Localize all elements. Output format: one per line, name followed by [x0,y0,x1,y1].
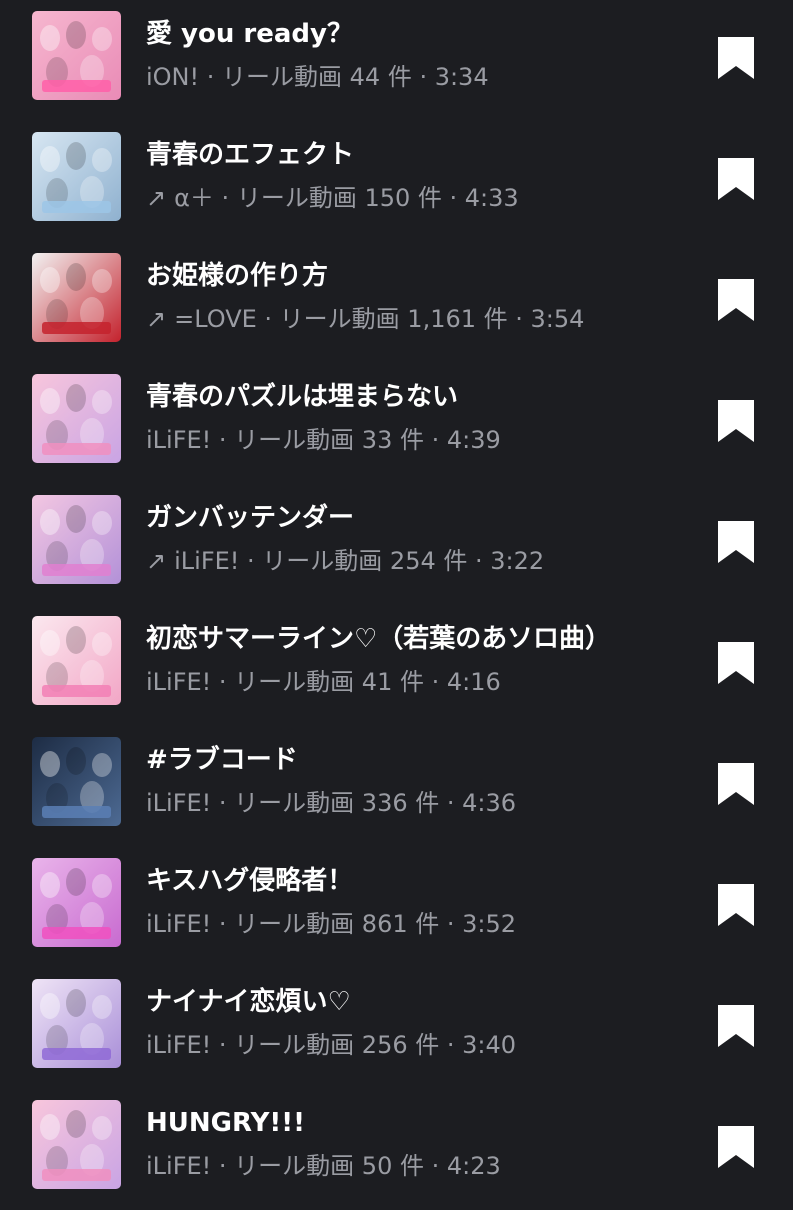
bookmark-icon[interactable] [718,1126,754,1168]
bookmark-icon[interactable] [718,884,754,926]
song-meta: iLiFE! · リール動画 256 件 · 3:40 [146,1027,516,1063]
bookmark-icon[interactable] [718,400,754,442]
song-title[interactable]: HUNGRY!!! [146,1105,305,1141]
trending-arrow-icon: ↗ [146,305,167,333]
song-meta-text: iLiFE! · リール動画 50 件 · 4:23 [146,1152,501,1180]
song-meta-text: =LOVE · リール動画 1,161 件 · 3:54 [174,305,585,333]
song-row[interactable]: ガンバッテンダー ↗ iLiFE! · リール動画 254 件 · 3:22 [0,484,793,605]
album-art[interactable] [32,616,121,705]
song-meta: iLiFE! · リール動画 50 件 · 4:23 [146,1148,501,1184]
song-meta: ↗ =LOVE · リール動画 1,161 件 · 3:54 [146,301,584,337]
song-meta-text: iLiFE! · リール動画 33 件 · 4:39 [146,426,501,454]
bookmark-icon[interactable] [718,1005,754,1047]
song-row[interactable]: #ラブコード iLiFE! · リール動画 336 件 · 4:36 [0,726,793,847]
song-title[interactable]: お姫様の作り方 [146,258,328,294]
album-art[interactable] [32,979,121,1068]
song-row[interactable]: お姫様の作り方 ↗ =LOVE · リール動画 1,161 件 · 3:54 [0,242,793,363]
song-row[interactable]: 青春のエフェクト ↗ α＋ · リール動画 150 件 · 4:33 [0,121,793,242]
song-row[interactable]: 青春のパズルは埋まらない iLiFE! · リール動画 33 件 · 4:39 [0,363,793,484]
song-title[interactable]: 青春のパズルは埋まらない [146,379,458,415]
album-art[interactable] [32,737,121,826]
song-title[interactable]: 青春のエフェクト [146,137,354,173]
song-title[interactable]: キスハグ侵略者！ [146,863,353,899]
song-meta: iON! · リール動画 44 件 · 3:34 [146,59,489,95]
album-art[interactable] [32,858,121,947]
song-meta-text: iON! · リール動画 44 件 · 3:34 [146,63,489,91]
song-meta-text: α＋ · リール動画 150 件 · 4:33 [174,184,519,212]
song-row[interactable]: HUNGRY!!! iLiFE! · リール動画 50 件 · 4:23 [0,1089,793,1210]
album-art[interactable] [32,11,121,100]
trending-arrow-icon: ↗ [146,547,167,575]
song-title[interactable]: ガンバッテンダー [146,500,354,536]
song-meta: iLiFE! · リール動画 336 件 · 4:36 [146,785,516,821]
album-art[interactable] [32,374,121,463]
bookmark-icon[interactable] [718,158,754,200]
song-title[interactable]: ナイナイ恋煩い♡ [146,984,351,1020]
bookmark-icon[interactable] [718,37,754,79]
song-row[interactable]: キスハグ侵略者！ iLiFE! · リール動画 861 件 · 3:52 [0,847,793,968]
song-meta: ↗ iLiFE! · リール動画 254 件 · 3:22 [146,543,544,579]
song-meta: iLiFE! · リール動画 33 件 · 4:39 [146,422,501,458]
song-meta-text: iLiFE! · リール動画 41 件 · 4:16 [146,668,501,696]
song-title[interactable]: 愛 you ready？ [146,16,353,52]
song-meta: iLiFE! · リール動画 861 件 · 3:52 [146,906,516,942]
song-meta-text: iLiFE! · リール動画 254 件 · 3:22 [174,547,545,575]
song-meta: iLiFE! · リール動画 41 件 · 4:16 [146,664,501,700]
song-row[interactable]: ナイナイ恋煩い♡ iLiFE! · リール動画 256 件 · 3:40 [0,968,793,1089]
bookmark-icon[interactable] [718,642,754,684]
song-title[interactable]: 初恋サマーライン♡（若葉のあソロ曲） [146,621,611,657]
song-title[interactable]: #ラブコード [146,742,298,778]
album-art[interactable] [32,1100,121,1189]
trending-arrow-icon: ↗ [146,184,167,212]
song-meta-text: iLiFE! · リール動画 861 件 · 3:52 [146,910,517,938]
song-row[interactable]: 初恋サマーライン♡（若葉のあソロ曲） iLiFE! · リール動画 41 件 ·… [0,605,793,726]
bookmark-icon[interactable] [718,763,754,805]
album-art[interactable] [32,253,121,342]
album-art[interactable] [32,132,121,221]
song-meta: ↗ α＋ · リール動画 150 件 · 4:33 [146,180,519,216]
bookmark-icon[interactable] [718,279,754,321]
bookmark-icon[interactable] [718,521,754,563]
song-list: 愛 you ready？ iON! · リール動画 44 件 · 3:34 青春… [0,0,793,1200]
song-meta-text: iLiFE! · リール動画 336 件 · 4:36 [146,789,517,817]
album-art[interactable] [32,495,121,584]
song-meta-text: iLiFE! · リール動画 256 件 · 3:40 [146,1031,517,1059]
song-row[interactable]: 愛 you ready？ iON! · リール動画 44 件 · 3:34 [0,0,793,121]
